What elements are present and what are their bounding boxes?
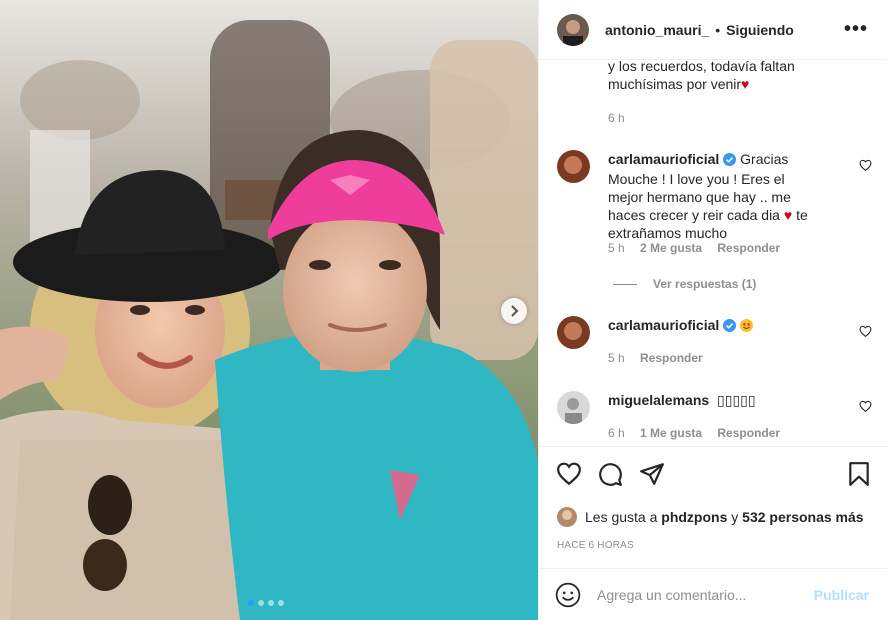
carousel-dot bbox=[278, 600, 284, 606]
comments-list[interactable]: y los recuerdos, todavía faltan muchísim… bbox=[539, 60, 887, 446]
heart-icon[interactable] bbox=[859, 325, 873, 339]
header-separator: • bbox=[715, 21, 721, 38]
comment-meta: 5 h 2 Me gusta Responder bbox=[608, 241, 792, 255]
comment-text: carlamaurioficial Gracias Mouche ! I lov… bbox=[608, 150, 818, 242]
heart-icon[interactable] bbox=[556, 461, 582, 490]
heart-emoji-icon: ♥ bbox=[783, 207, 793, 223]
follow-status-button[interactable]: Siguiendo bbox=[726, 22, 794, 38]
caption-line-1: y los recuerdos, todavía faltan bbox=[608, 60, 795, 74]
likes-summary[interactable]: Les gusta a phdzpons y 532 personas más bbox=[557, 507, 864, 527]
heart-emoji-icon: ♥ bbox=[741, 76, 750, 92]
carousel-dot bbox=[258, 600, 264, 606]
posted-time[interactable]: HACE 6 HORAS bbox=[557, 540, 634, 551]
comment-time[interactable]: 5 h bbox=[608, 241, 625, 255]
caption-line-2: muchísimas por venir bbox=[608, 76, 742, 92]
comment-username[interactable]: carlamaurioficial bbox=[608, 151, 719, 167]
comment-time[interactable]: 5 h bbox=[608, 351, 625, 365]
caption-time[interactable]: 6 h bbox=[608, 111, 625, 125]
likes-prefix: Les gusta a bbox=[585, 509, 658, 525]
bookmark-icon[interactable] bbox=[846, 461, 872, 490]
heart-icon[interactable] bbox=[859, 400, 873, 414]
likes-user[interactable]: phdzpons bbox=[661, 509, 727, 525]
add-comment-bar: Publicar bbox=[539, 568, 887, 620]
likes-others[interactable]: 532 personas más bbox=[742, 509, 863, 525]
comment-meta: 5 h Responder bbox=[608, 351, 715, 365]
emoji-icon[interactable] bbox=[555, 582, 581, 608]
replies-divider bbox=[613, 283, 637, 285]
comment-item: carlamaurioficial Gracias Mouche ! I lov… bbox=[557, 150, 877, 280]
likes-conj: y bbox=[731, 509, 739, 525]
avatar[interactable] bbox=[557, 316, 590, 349]
comment-text: miguelalemans ▯▯▯▯▯ bbox=[608, 391, 818, 409]
reply-button[interactable]: Responder bbox=[640, 351, 703, 365]
carousel-dot bbox=[248, 600, 254, 606]
comment-meta: 6 h 1 Me gusta Responder bbox=[608, 426, 792, 440]
post-header: antonio_mauri_ • Siguiendo ••• bbox=[539, 0, 887, 60]
comment-body: ▯▯▯▯▯ bbox=[717, 392, 756, 408]
comment-time[interactable]: 6 h bbox=[608, 426, 625, 440]
verified-icon bbox=[723, 318, 737, 336]
more-icon[interactable]: ••• bbox=[844, 18, 868, 41]
post-actions: Les gusta a phdzpons y 532 personas más … bbox=[539, 446, 887, 566]
avatar bbox=[557, 507, 577, 527]
view-replies-button[interactable]: Ver respuestas (1) bbox=[613, 277, 756, 291]
post-author-username[interactable]: antonio_mauri_ bbox=[605, 22, 709, 38]
comment-likes[interactable]: 1 Me gusta bbox=[640, 426, 702, 440]
view-replies-label: Ver respuestas (1) bbox=[653, 277, 757, 291]
verified-icon bbox=[723, 152, 737, 170]
post-image bbox=[0, 0, 538, 620]
heart-icon[interactable] bbox=[859, 159, 873, 173]
comment-item: carlamaurioficial 5 h Responder bbox=[557, 316, 877, 376]
chevron-right-icon bbox=[509, 305, 519, 317]
comment-username[interactable]: carlamaurioficial bbox=[608, 317, 719, 333]
publish-button[interactable]: Publicar bbox=[814, 587, 869, 603]
comment-icon[interactable] bbox=[597, 461, 623, 490]
carousel-indicator bbox=[248, 600, 284, 606]
post-details-panel: antonio_mauri_ • Siguiendo ••• y los rec… bbox=[538, 0, 887, 620]
avatar[interactable] bbox=[557, 391, 590, 424]
carousel-dot bbox=[268, 600, 274, 606]
comment-text: carlamaurioficial bbox=[608, 316, 818, 336]
share-icon[interactable] bbox=[639, 461, 665, 490]
avatar[interactable] bbox=[557, 13, 589, 46]
smiling-emoji-icon bbox=[740, 317, 754, 333]
reply-button[interactable]: Responder bbox=[717, 241, 780, 255]
comment-likes[interactable]: 2 Me gusta bbox=[640, 241, 702, 255]
comment-input[interactable] bbox=[597, 586, 807, 603]
comment-username[interactable]: miguelalemans bbox=[608, 392, 709, 408]
carousel-next-button[interactable] bbox=[501, 298, 527, 324]
avatar[interactable] bbox=[557, 150, 590, 183]
caption-text: y los recuerdos, todavía faltan muchísim… bbox=[608, 60, 848, 93]
comment-item: miguelalemans ▯▯▯▯▯ 6 h 1 Me gusta Respo… bbox=[557, 391, 877, 446]
reply-button[interactable]: Responder bbox=[717, 426, 780, 440]
caption-meta: 6 h bbox=[608, 111, 637, 125]
post-photo[interactable] bbox=[0, 0, 538, 620]
